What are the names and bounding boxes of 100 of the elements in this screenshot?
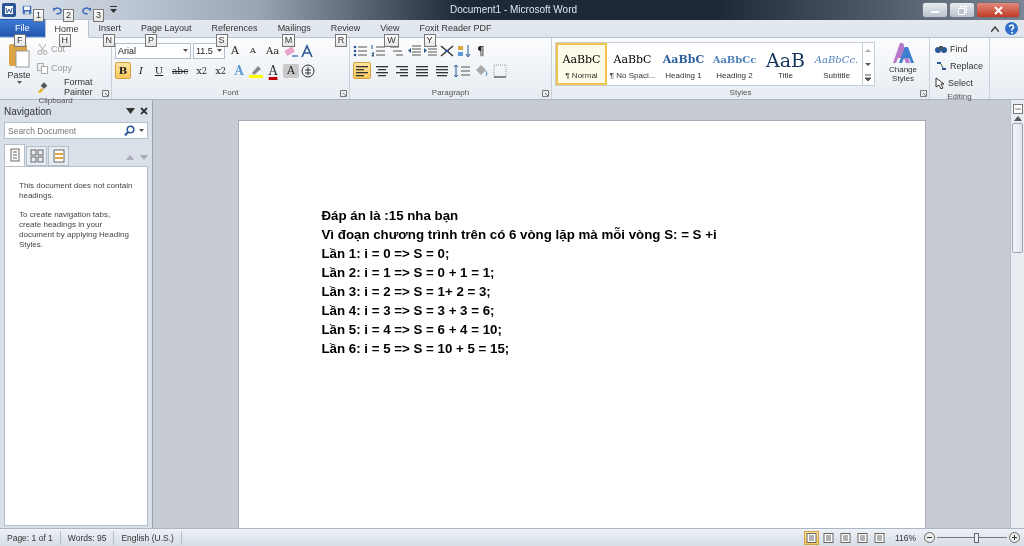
document-text: Lần 3: i = 2 => S = 1+ 2 = 3; — [321, 283, 492, 301]
pane-options-icon[interactable] — [126, 108, 135, 114]
group-label: Paragraph — [430, 87, 471, 99]
show-formatting-button[interactable]: ¶ — [473, 43, 489, 58]
character-shading-button[interactable]: A — [283, 63, 300, 78]
strikethrough-button[interactable]: abc — [169, 62, 192, 79]
scrollbar-thumb[interactable] — [1012, 123, 1023, 253]
view-button[interactable] — [820, 530, 836, 545]
view-button[interactable] — [837, 530, 853, 545]
document-text: Lần 4: i = 3 => S = 3 + 3 = 6; — [321, 302, 496, 320]
ribbon-tab[interactable]: Foxit Reader PDF — [409, 19, 502, 37]
font-size-field[interactable]: 11.5 — [193, 42, 225, 59]
zoom-out-icon[interactable] — [924, 532, 935, 543]
align-right-icon — [396, 63, 408, 78]
group-label: Styles — [728, 87, 753, 99]
slider-thumb[interactable] — [973, 532, 979, 543]
help-icon[interactable] — [1005, 22, 1018, 35]
paintbrush-icon — [37, 81, 48, 93]
view-button[interactable] — [854, 530, 870, 545]
search-field[interactable]: Search Document — [4, 122, 148, 139]
style-item[interactable]: AaB Title — [760, 43, 811, 85]
document-text: Đáp án là :15 nha bạn — [321, 207, 460, 225]
close-icon[interactable] — [140, 107, 148, 115]
style-item[interactable]: AaBbC ¶ Normal — [556, 43, 607, 85]
view-button[interactable] — [803, 530, 819, 545]
style-item[interactable]: AaBbCc Heading 2 — [709, 43, 760, 85]
caret-icon[interactable] — [139, 129, 144, 132]
dialog-launcher-icon[interactable] — [542, 90, 549, 97]
scroll-up-icon[interactable] — [1013, 116, 1022, 121]
page-count[interactable]: Page: 1 of 1 — [0, 530, 61, 545]
replace-icon — [935, 60, 947, 72]
grow-font-button[interactable]: A — [227, 42, 243, 59]
zoom-level[interactable]: 116% — [888, 532, 922, 543]
collapse-ribbon-icon[interactable] — [991, 25, 999, 32]
shrink-font-button[interactable]: A — [245, 42, 261, 59]
help-text: This document does not contain headings. — [19, 181, 133, 201]
ribbon-tab[interactable]: Insert — [88, 19, 132, 37]
document-text: Lần 5: i = 4 => S = 6 + 4 = 10; — [321, 321, 503, 339]
bold-button[interactable]: B — [115, 62, 131, 79]
highlighter-icon[interactable] — [249, 63, 264, 78]
format-painter-button[interactable]: Format Painter — [35, 79, 108, 95]
word-count[interactable]: Words: 95 — [60, 530, 115, 545]
ribbon-tab[interactable]: File — [0, 19, 45, 37]
minimize-button[interactable] — [922, 2, 948, 18]
align-distributed-icon — [436, 63, 448, 78]
word-logo-icon[interactable] — [2, 3, 16, 17]
align-left-icon — [356, 63, 368, 78]
close-button[interactable] — [976, 2, 1020, 18]
change-case-button[interactable]: Aa — [263, 42, 283, 59]
numbering-icon[interactable] — [371, 43, 387, 58]
line-spacing-icon[interactable] — [453, 63, 471, 78]
customize-caret-icon[interactable] — [110, 5, 117, 15]
keytip: F — [14, 34, 26, 47]
window-title: Document1 - Microsoft Word — [450, 4, 578, 15]
dialog-launcher-icon[interactable] — [340, 90, 347, 97]
ribbon-tab[interactable]: Review — [320, 19, 371, 37]
keytip: W — [384, 34, 399, 47]
ribbon-tab[interactable]: Mailings — [267, 19, 321, 37]
pane-tab[interactable] — [26, 146, 47, 166]
replace-button[interactable]: Replace — [933, 58, 986, 74]
align-left-button[interactable] — [353, 62, 371, 79]
decrease-indent-icon[interactable] — [407, 43, 421, 58]
save-icon[interactable] — [20, 5, 34, 15]
zoom-in-icon[interactable] — [1009, 532, 1020, 543]
dialog-launcher-icon[interactable] — [920, 90, 927, 97]
underline-button[interactable]: U — [151, 62, 167, 79]
find-button[interactable]: Find — [933, 41, 986, 57]
enclose-character-icon[interactable] — [301, 63, 316, 78]
view-button[interactable] — [871, 530, 887, 545]
increase-indent-icon[interactable] — [423, 43, 437, 58]
language-indicator[interactable]: English (U.S.) — [114, 530, 182, 545]
align-justify-icon — [416, 63, 428, 78]
style-item[interactable]: AaBbCc. Subtitle — [811, 43, 862, 85]
ribbon-tab[interactable]: References — [201, 19, 268, 37]
group-label: Editing — [946, 91, 973, 102]
font-color-button[interactable]: A — [265, 62, 282, 79]
style-item[interactable]: AaBbC ¶ No Spaci... — [607, 43, 658, 85]
font-name-field[interactable]: Arial — [115, 42, 191, 59]
sort-icon[interactable] — [457, 43, 471, 58]
restore-button[interactable] — [949, 2, 975, 18]
close-icon — [993, 5, 1003, 15]
ruler-toggle-icon[interactable] — [1012, 104, 1023, 114]
change-styles-button[interactable]: Change Styles — [881, 41, 925, 87]
zoom-slider[interactable] — [937, 532, 1007, 543]
select-button[interactable]: Select — [933, 75, 986, 91]
dialog-launcher-icon[interactable] — [102, 90, 109, 97]
group-label: Font — [221, 87, 240, 99]
search-icon — [124, 125, 135, 136]
redo-icon[interactable] — [80, 5, 94, 15]
change-styles-icon — [891, 41, 915, 65]
web-layout-icon — [839, 532, 851, 543]
style-item[interactable]: AaBbC Heading 1 — [658, 43, 709, 85]
ribbon-tab[interactable]: View — [370, 19, 410, 37]
ribbon-tab[interactable]: Page Layout — [131, 19, 202, 37]
caret-icon — [183, 49, 188, 52]
document-text: Lần 1: i = 0 => S = 0; — [321, 245, 451, 263]
borders-icon[interactable] — [493, 63, 507, 78]
italic-button[interactable]: I — [133, 62, 149, 79]
bullets-icon[interactable] — [353, 43, 369, 58]
undo-icon[interactable] — [50, 5, 64, 15]
